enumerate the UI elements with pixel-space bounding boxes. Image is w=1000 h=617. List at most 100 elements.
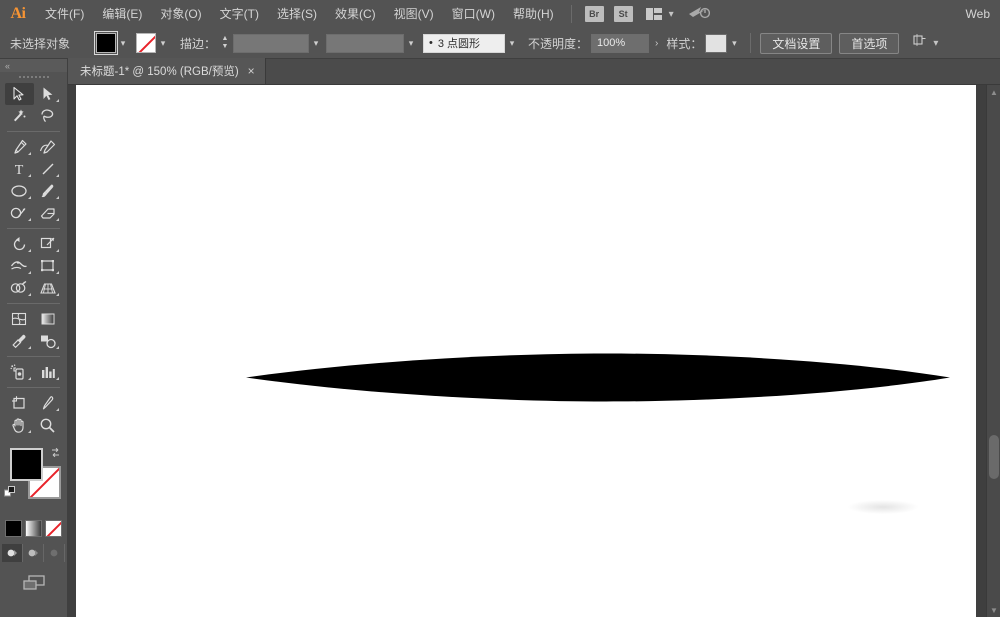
menu-window[interactable]: 窗口(W) — [443, 0, 504, 28]
tool-paintbrush[interactable] — [34, 180, 63, 202]
style-label: 样式： — [666, 35, 702, 52]
control-divider — [750, 33, 751, 53]
tool-lasso[interactable] — [34, 105, 63, 127]
tool-eraser[interactable] — [34, 202, 63, 224]
align-chevron-down-icon[interactable]: ▾ — [933, 38, 938, 49]
vertical-scroll-thumb[interactable] — [989, 435, 999, 479]
menu-effect[interactable]: 效果(C) — [326, 0, 385, 28]
menu-select[interactable]: 选择(S) — [268, 0, 326, 28]
stroke-weight-chevron-down-icon[interactable]: ▾ — [309, 33, 323, 53]
chevron-down-icon[interactable]: ▾ — [669, 9, 674, 20]
tool-gradient[interactable] — [34, 308, 63, 330]
arrange-documents-icon[interactable] — [646, 8, 663, 20]
document-tab[interactable]: 未标题-1* @ 150% (RGB/预览) × — [68, 58, 266, 84]
tool-rotate[interactable] — [5, 233, 34, 255]
canvas-faint-artifact — [848, 500, 918, 514]
opacity-input[interactable]: 100% — [591, 34, 649, 53]
tools-divider — [7, 131, 60, 132]
menu-help[interactable]: 帮助(H) — [504, 0, 563, 28]
tool-blend[interactable] — [34, 330, 63, 352]
draw-inside[interactable] — [44, 544, 65, 562]
black-lens-ellipse[interactable] — [246, 347, 966, 407]
draw-mode-buttons — [0, 544, 67, 562]
align-to-pixel-grid-icon[interactable] — [912, 33, 927, 53]
swap-fill-stroke-icon[interactable] — [50, 445, 61, 456]
brush-definition-field[interactable]: • 3 点圆形 — [423, 34, 505, 53]
tool-curvature[interactable] — [34, 136, 63, 158]
workspace-label[interactable]: Web — [966, 7, 990, 21]
tool-artboard[interactable] — [5, 392, 34, 414]
bridge-button[interactable]: Br — [585, 6, 604, 22]
close-icon[interactable]: × — [248, 65, 255, 77]
tool-free-transform[interactable] — [34, 255, 63, 277]
fill-color-swatch[interactable] — [96, 33, 116, 53]
tool-scale[interactable] — [34, 233, 63, 255]
tool-shape-builder[interactable] — [5, 277, 34, 299]
tool-hand[interactable] — [5, 414, 34, 436]
draw-behind[interactable] — [23, 544, 44, 562]
tool-perspective-grid[interactable] — [34, 277, 63, 299]
tool-mesh[interactable] — [5, 308, 34, 330]
chevron-down-icon[interactable]: ▼ — [987, 603, 1000, 617]
tools-panel-drag-handle[interactable] — [0, 72, 67, 81]
stroke-weight-input[interactable] — [233, 34, 309, 53]
color-mode-solid[interactable] — [5, 520, 22, 537]
tool-column-graph[interactable] — [34, 361, 63, 383]
tool-pen[interactable] — [5, 136, 34, 158]
brush-bullet-icon: • — [429, 37, 433, 49]
tool-symbol-sprayer[interactable] — [5, 361, 34, 383]
brush-definition-value: 3 点圆形 — [438, 35, 480, 51]
menu-divider — [571, 5, 572, 23]
fill-stroke-controls — [0, 442, 68, 518]
tools-divider — [7, 303, 60, 304]
canvas-area[interactable]: ▲ ▼ — [68, 85, 1000, 617]
tool-ellipse[interactable] — [5, 180, 34, 202]
menu-type[interactable]: 文字(T) — [211, 0, 268, 28]
style-swatch[interactable] — [705, 34, 727, 53]
chevron-up-icon[interactable]: ▲ — [987, 85, 1000, 99]
tools-panel-collapse-icon[interactable]: « — [0, 59, 67, 72]
style-chevron-down-icon[interactable]: ▾ — [727, 33, 741, 53]
fill-dropdown-chevron-down-icon[interactable]: ▾ — [116, 33, 130, 53]
stroke-profile-input[interactable] — [326, 34, 404, 53]
tool-type[interactable]: T — [5, 158, 34, 180]
document-tab-title: 未标题-1* @ 150% (RGB/预览) — [80, 63, 239, 79]
tools-divider — [7, 356, 60, 357]
brush-chevron-down-icon[interactable]: ▾ — [505, 33, 519, 53]
menu-edit[interactable]: 编辑(E) — [93, 0, 151, 28]
tool-width[interactable] — [5, 255, 34, 277]
svg-text:T: T — [15, 163, 24, 177]
document-setup-button[interactable]: 文档设置 — [760, 33, 832, 54]
stock-button[interactable]: St — [614, 6, 633, 22]
menu-view[interactable]: 视图(V) — [385, 0, 443, 28]
screen-mode-button[interactable] — [0, 574, 67, 593]
tool-direct-selection[interactable] — [34, 83, 63, 105]
tools-divider — [7, 387, 60, 388]
draw-normal[interactable] — [2, 544, 23, 562]
tool-line-segment[interactable] — [34, 158, 63, 180]
color-mode-gradient[interactable] — [25, 520, 42, 537]
stroke-profile-chevron-down-icon[interactable]: ▾ — [404, 33, 418, 53]
creative-cloud-sync-icon[interactable] — [688, 5, 710, 24]
tool-slice[interactable] — [34, 392, 63, 414]
menu-bar: Ai 文件(F) 编辑(E) 对象(O) 文字(T) 选择(S) 效果(C) 视… — [0, 0, 1000, 28]
stroke-weight-label: 描边： — [180, 35, 216, 52]
tool-eyedropper[interactable] — [5, 330, 34, 352]
stroke-color-swatch[interactable] — [136, 33, 156, 53]
color-mode-none[interactable] — [45, 520, 62, 537]
tool-magic-wand[interactable] — [5, 105, 34, 127]
preferences-button[interactable]: 首选项 — [839, 33, 899, 54]
default-fill-stroke-icon[interactable] — [4, 486, 17, 499]
artboard[interactable] — [76, 85, 976, 617]
tool-selection[interactable] — [5, 83, 34, 105]
tool-shaper[interactable] — [5, 202, 34, 224]
stroke-weight-stepper[interactable]: ▲▼ — [220, 33, 230, 53]
stroke-dropdown-chevron-down-icon[interactable]: ▾ — [156, 33, 170, 53]
vertical-scrollbar[interactable]: ▲ ▼ — [986, 85, 1000, 617]
fill-color-swatch[interactable] — [10, 448, 43, 481]
menu-object[interactable]: 对象(O) — [151, 0, 210, 28]
tool-zoom[interactable] — [34, 414, 63, 436]
opacity-chevron-right-icon[interactable]: › — [655, 38, 658, 49]
opacity-label: 不透明度： — [528, 35, 588, 52]
menu-file[interactable]: 文件(F) — [36, 0, 93, 28]
